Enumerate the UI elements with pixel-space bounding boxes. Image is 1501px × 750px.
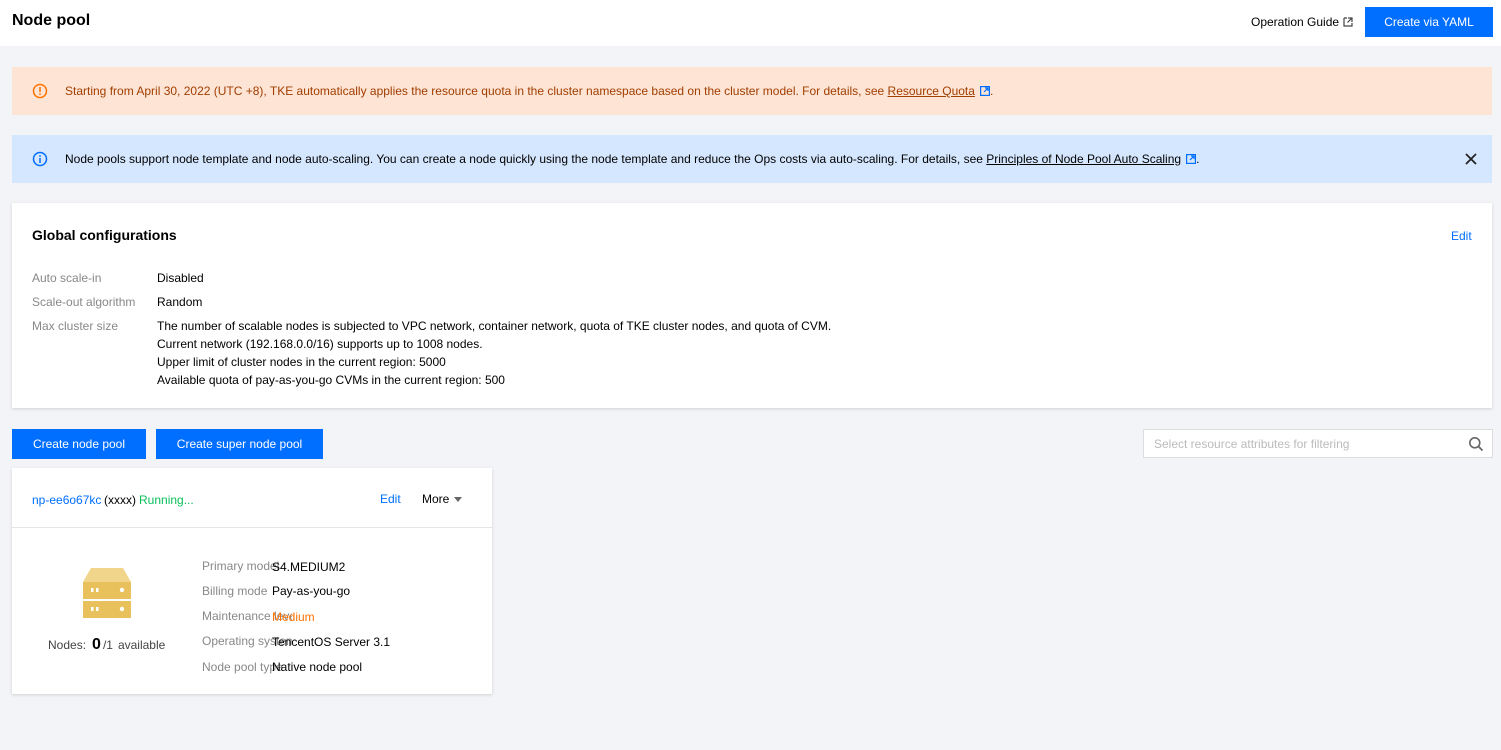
page-title: Node pool	[12, 12, 91, 29]
node-pool-type-value: Native node pool	[272, 660, 363, 674]
external-link-icon	[1343, 17, 1353, 27]
maintenance-level-value: Medium	[272, 610, 315, 624]
info-icon	[32, 151, 48, 167]
nodes-label: Nodes:	[48, 638, 87, 652]
resource-filter[interactable]	[1143, 429, 1493, 458]
page-header: Node pool Operation Guide Create via YAM…	[0, 0, 1501, 46]
create-via-yaml-button[interactable]: Create via YAML	[1365, 7, 1493, 37]
node-pool-id-link[interactable]: np-ee6o67kc	[32, 493, 101, 507]
search-icon[interactable]	[1468, 436, 1484, 452]
node-pool-status: Running...	[139, 493, 194, 507]
node-pool-edit-link[interactable]: Edit	[380, 492, 401, 506]
external-link-icon[interactable]	[979, 86, 990, 96]
max-cluster-size-line-4: Available quota of pay-as-you-go CVMs in…	[157, 373, 505, 387]
nodes-count: 0	[92, 636, 101, 653]
close-icon[interactable]	[1464, 152, 1478, 166]
nodes-summary: Nodes: 0 /1 available	[48, 636, 165, 654]
global-configurations-card: Global configurations Edit Auto scale-in…	[12, 203, 1492, 408]
primary-model-value: S4.MEDIUM2	[272, 560, 346, 574]
global-config-edit-link[interactable]: Edit	[1451, 229, 1472, 243]
auto-scale-in-value: Disabled	[157, 271, 204, 285]
node-pool-more-dropdown[interactable]: More	[422, 492, 463, 506]
billing-mode-value: Pay-as-you-go	[272, 584, 351, 598]
warning-text: Starting from April 30, 2022 (UTC +8), T…	[65, 84, 888, 98]
max-cluster-size-line-3: Upper limit of cluster nodes in the curr…	[157, 355, 446, 369]
auto-scale-in-label: Auto scale-in	[32, 271, 102, 285]
server-icon	[83, 568, 131, 618]
external-link-icon[interactable]	[1186, 154, 1197, 164]
max-cluster-size-label: Max cluster size	[32, 319, 119, 333]
warning-alert-text: Starting from April 30, 2022 (UTC +8), T…	[65, 84, 993, 98]
info-text: Node pools support node template and nod…	[65, 152, 987, 166]
info-suffix: .	[1196, 152, 1200, 166]
resource-quota-link[interactable]: Resource Quota	[888, 84, 975, 98]
create-super-node-pool-button[interactable]: Create super node pool	[156, 429, 323, 459]
scale-out-algorithm-label: Scale-out algorithm	[32, 295, 136, 309]
more-label: More	[422, 492, 450, 506]
operation-guide-label: Operation Guide	[1251, 15, 1340, 29]
resource-filter-input[interactable]	[1154, 436, 1454, 452]
resource-quota-alert: Starting from April 30, 2022 (UTC +8), T…	[12, 67, 1492, 115]
nodes-available-label: available	[117, 638, 166, 652]
create-node-pool-button[interactable]: Create node pool	[12, 429, 146, 459]
node-pool-card-header: np-ee6o67kc (xxxx) Running... Edit More	[12, 468, 492, 528]
global-configurations-title: Global configurations	[32, 227, 177, 243]
max-cluster-size-line-2: Current network (192.168.0.0/16) support…	[157, 337, 483, 351]
scale-out-algorithm-value: Random	[157, 295, 203, 309]
auto-scaling-principles-link[interactable]: Principles of Node Pool Auto Scaling	[986, 152, 1181, 166]
warning-suffix: .	[989, 84, 994, 98]
warning-icon	[32, 83, 48, 99]
node-pool-alias: (xxxx)	[104, 493, 136, 507]
operation-guide-link[interactable]: Operation Guide	[1251, 15, 1353, 29]
info-alert-text: Node pools support node template and nod…	[65, 152, 1199, 166]
operating-system-value: TencentOS Server 3.1	[272, 635, 391, 649]
max-cluster-size-line-1: The number of scalable nodes is subjecte…	[157, 319, 832, 333]
nodes-total: /1	[102, 638, 113, 652]
node-pool-card: np-ee6o67kc (xxxx) Running... Edit More …	[12, 468, 492, 694]
caret-down-icon	[454, 496, 463, 502]
auto-scaling-info-alert: Node pools support node template and nod…	[12, 135, 1492, 183]
